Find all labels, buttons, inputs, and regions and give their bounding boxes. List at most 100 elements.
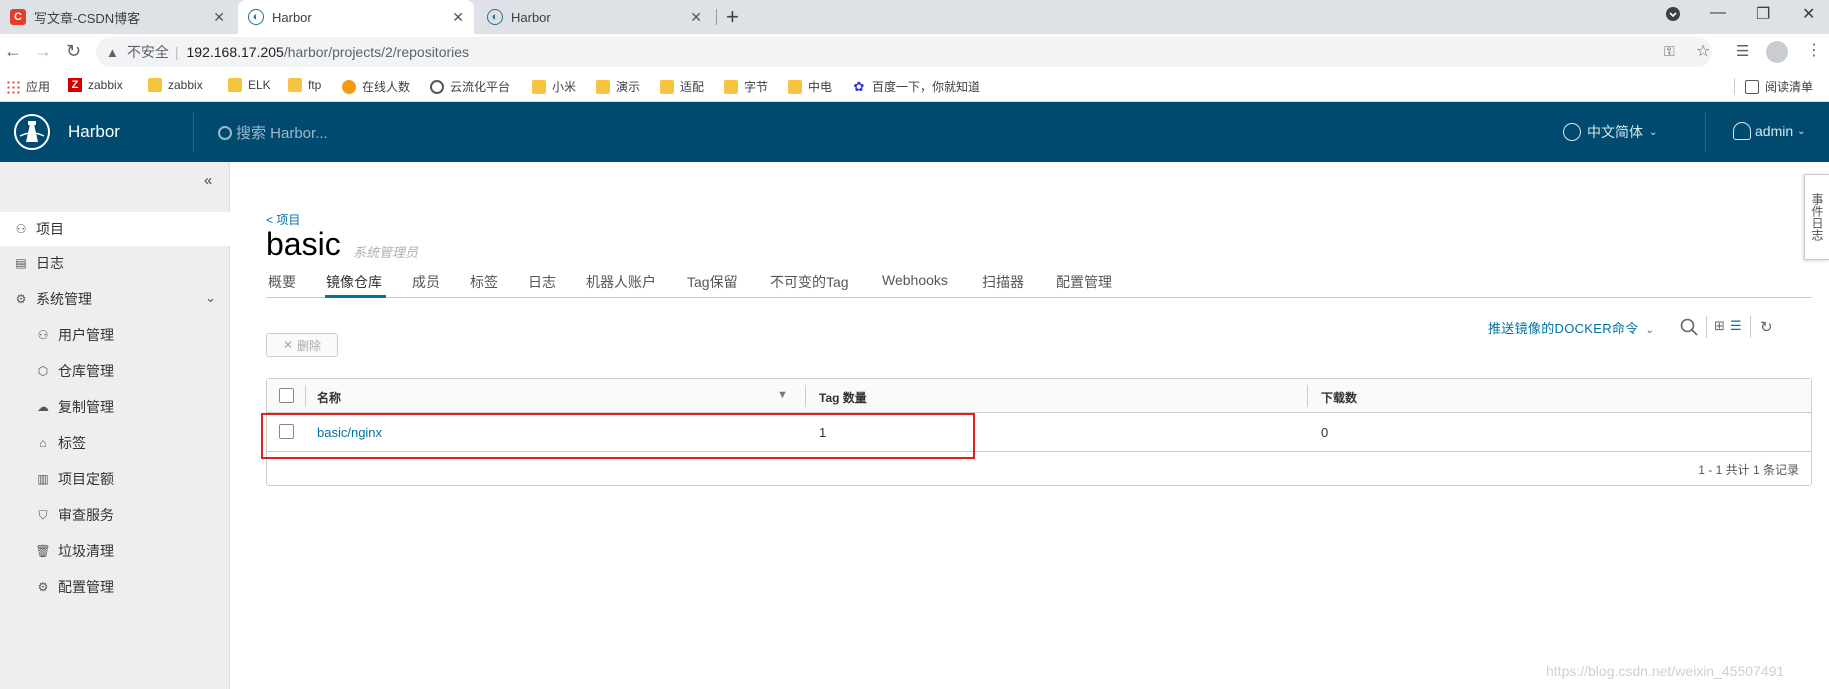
browser-tab-title: Harbor <box>272 9 312 25</box>
close-icon[interactable]: ✕ <box>213 9 225 26</box>
bookmark-reading-list[interactable]: 阅读清单 <box>1734 78 1813 95</box>
menu-kebab-icon[interactable]: ⋮ <box>1806 40 1822 60</box>
bookmark-folder-ftp[interactable]: ftp <box>288 78 321 92</box>
tab-summary[interactable]: 概要 <box>268 272 296 292</box>
star-bookmark-icon[interactable]: ☆ <box>1696 41 1710 61</box>
browser-tab-csdn[interactable]: C 写文章-CSDN博客 ✕ <box>0 0 235 34</box>
tab-configuration[interactable]: 配置管理 <box>1056 272 1112 292</box>
close-window-icon[interactable]: ✕ <box>1802 4 1815 24</box>
search-icon[interactable] <box>1680 318 1698 340</box>
tab-search-icon[interactable] <box>1665 6 1681 27</box>
bookmark-folder-demo[interactable]: 演示 <box>596 78 640 95</box>
bookmark-folder-zabbix[interactable]: zabbix <box>148 78 203 92</box>
tab-logs[interactable]: 日志 <box>528 272 556 292</box>
tab-robot-accounts[interactable]: 机器人账户 <box>586 272 656 292</box>
bookmark-folder-zhongdian[interactable]: 中电 <box>788 78 832 95</box>
bookmark-folder-xiaomi[interactable]: 小米 <box>532 78 576 95</box>
quota-icon: ▥ <box>37 472 49 486</box>
tab-repositories[interactable]: 镜像仓库 <box>326 272 382 292</box>
bookmark-baidu[interactable]: ✿ 百度一下，你就知道 <box>852 78 980 95</box>
close-icon: ✕ <box>282 338 294 352</box>
user-menu[interactable]: admin ⌄ <box>1733 122 1806 140</box>
app-brand[interactable]: Harbor <box>68 122 120 142</box>
sidebar-item-quotas[interactable]: ▥ 项目定额 <box>0 462 230 496</box>
forward-arrow-icon[interactable]: → <box>34 41 52 62</box>
bookmark-apps[interactable]: 应用 <box>6 78 50 95</box>
profile-avatar-icon[interactable] <box>1766 41 1788 63</box>
new-tab-plus-icon[interactable]: + <box>726 4 739 30</box>
minimize-icon[interactable]: — <box>1710 4 1726 22</box>
sidebar-item-labels[interactable]: ⌂ 标签 <box>0 426 230 460</box>
bookmark-folder-bytedance[interactable]: 字节 <box>724 78 768 95</box>
browser-tab-harbor-active[interactable]: ◐ Harbor ✕ <box>238 0 474 34</box>
sidebar-item-logs[interactable]: ▤ 日志 <box>0 246 230 280</box>
sidebar-item-registries[interactable]: ⬡ 仓库管理 <box>0 354 230 388</box>
search-placeholder: 搜索 Harbor... <box>236 125 328 142</box>
project-role: 系统管理员 <box>353 245 419 260</box>
tab-labels[interactable]: 标签 <box>470 272 498 292</box>
filter-icon[interactable]: ▼ <box>777 389 788 401</box>
bookmark-cloud-platform[interactable]: 云流化平台 <box>430 78 510 95</box>
collapse-sidebar-icon[interactable]: « <box>204 172 212 189</box>
sidebar-item-interrogation[interactable]: ⛉ 审查服务 <box>0 498 230 532</box>
column-header-pulls[interactable]: 下载数 <box>1321 389 1357 406</box>
sidebar-item-label: 系统管理 <box>36 291 92 307</box>
sidebar-item-projects[interactable]: ⚇ 项目 <box>0 212 230 246</box>
app-header: Harbor 搜索 Harbor... 中文简体 ⌄ admin ⌄ <box>0 102 1829 162</box>
zabbix-icon: Z <box>68 78 82 92</box>
sidebar-item-administration[interactable]: ⚙ 系统管理 ⌄ <box>0 282 230 316</box>
key-icon[interactable]: ⚿ <box>1664 43 1675 60</box>
refresh-icon[interactable]: ↻ <box>1760 318 1773 336</box>
admin-icon: ⚙ <box>15 292 27 306</box>
security-status: 不安全 <box>126 44 169 60</box>
sidebar-item-label: 仓库管理 <box>58 363 114 379</box>
column-header-tag-count[interactable]: Tag 数量 <box>819 389 867 406</box>
tab-tag-retention[interactable]: Tag保留 <box>687 272 738 292</box>
sidebar-item-users[interactable]: ⚇ 用户管理 <box>0 318 230 352</box>
tab-scanner[interactable]: 扫描器 <box>982 272 1024 292</box>
column-header-name[interactable]: 名称 <box>317 389 341 406</box>
sidebar-item-label: 垃圾清理 <box>58 543 114 559</box>
column-divider <box>1307 385 1308 407</box>
browser-tab-harbor[interactable]: ◐ Harbor ✕ <box>477 0 712 34</box>
reload-icon[interactable]: ↻ <box>66 41 81 62</box>
bookmark-label: 演示 <box>616 80 641 94</box>
event-log-side-tab[interactable]: 事件日志 <box>1804 174 1829 260</box>
warning-triangle-icon[interactable]: ▲ <box>106 45 119 60</box>
list-view-icon[interactable]: ☰ <box>1730 318 1742 334</box>
sidebar: « ⚇ 项目 ▤ 日志 ⚙ 系统管理 ⌄ ⚇ 用户管理 ⬡ 仓库管理 ☁ 复制管… <box>0 162 230 689</box>
trash-icon: 🗑 <box>35 544 51 558</box>
sidebar-item-replications[interactable]: ☁ 复制管理 <box>0 390 230 424</box>
tab-members[interactable]: 成员 <box>412 272 440 292</box>
language-selector[interactable]: 中文简体 ⌄ <box>1563 122 1657 142</box>
maximize-icon[interactable]: ❐ <box>1756 4 1770 24</box>
bookmark-zabbix[interactable]: Z zabbix <box>68 78 123 92</box>
push-command-dropdown[interactable]: 推送镜像的DOCKER命令 ⌄ <box>1488 318 1654 337</box>
close-icon[interactable]: ✕ <box>690 9 702 26</box>
bookmark-online-count[interactable]: 在线人数 <box>342 78 410 95</box>
sun-icon <box>342 79 356 94</box>
global-search-input[interactable]: 搜索 Harbor... <box>218 122 328 143</box>
bookmark-folder-adapt[interactable]: 适配 <box>660 78 704 95</box>
folder-icon <box>288 78 302 92</box>
delete-button[interactable]: ✕ 删除 <box>266 333 338 357</box>
sidebar-item-configuration[interactable]: ⚙ 配置管理 <box>0 570 230 604</box>
column-divider <box>305 385 306 407</box>
bookmark-folder-elk[interactable]: ELK <box>228 78 271 92</box>
tab-webhooks[interactable]: Webhooks <box>882 272 948 288</box>
card-view-icon[interactable]: ⊞ <box>1714 318 1725 334</box>
pulls-value: 0 <box>1321 425 1329 440</box>
log-icon: ▤ <box>15 256 27 270</box>
sidebar-item-gc[interactable]: 🗑 垃圾清理 <box>0 534 230 568</box>
select-all-checkbox[interactable] <box>279 388 294 403</box>
bookmark-label: 小米 <box>552 80 577 94</box>
datagrid-header: 名称 ▼ Tag 数量 下载数 <box>267 379 1811 413</box>
address-bar[interactable]: ▲ 不安全 | 192.168.17.205/harbor/projects/2… <box>96 37 1712 67</box>
reading-list-icon[interactable]: ☰ <box>1736 42 1749 60</box>
sidebar-item-label: 项目定额 <box>58 471 114 487</box>
back-arrow-icon[interactable]: ← <box>4 41 22 62</box>
close-icon[interactable]: ✕ <box>452 9 464 26</box>
harbor-logo-icon[interactable] <box>14 114 50 150</box>
bookmark-label: zabbix <box>168 78 203 92</box>
tab-immutable-tag[interactable]: 不可变的Tag <box>770 272 849 292</box>
